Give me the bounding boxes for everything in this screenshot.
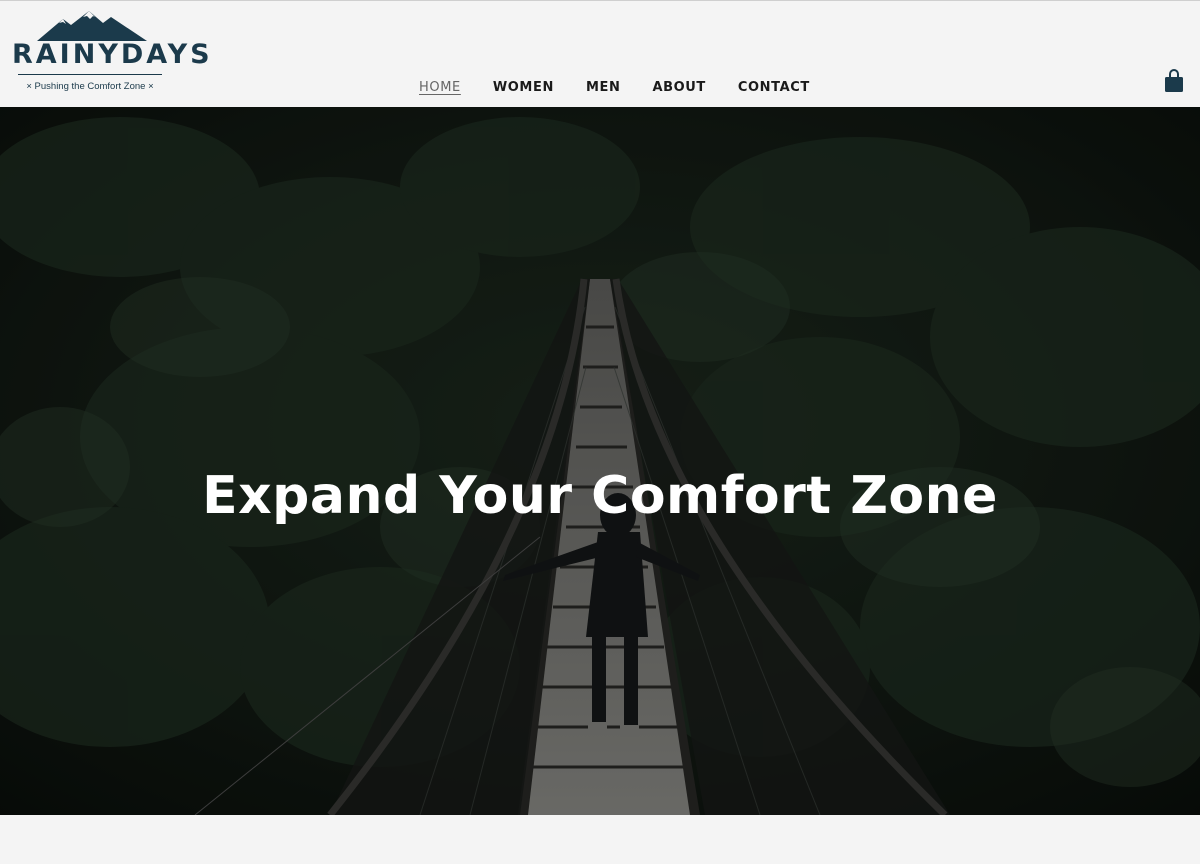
nav-home[interactable]: HOME xyxy=(403,79,477,97)
nav-contact[interactable]: CONTACT xyxy=(722,79,826,97)
page-bottom-area xyxy=(0,815,1200,864)
brand-logo[interactable]: RAINYDAYS × Pushing the Comfort Zone × xyxy=(12,9,213,99)
main-nav: HOME WOMEN MEN ABOUT CONTACT xyxy=(403,79,826,97)
page: RAINYDAYS × Pushing the Comfort Zone × H… xyxy=(0,0,1200,864)
nav-men[interactable]: MEN xyxy=(570,79,637,97)
site-header: RAINYDAYS × Pushing the Comfort Zone × H… xyxy=(0,0,1200,107)
nav-women[interactable]: WOMEN xyxy=(477,79,570,97)
shopping-bag-icon[interactable] xyxy=(1163,69,1185,93)
hero-headline: Expand Your Comfort Zone xyxy=(202,465,998,526)
mountain-icon xyxy=(37,11,147,41)
logo-divider xyxy=(18,74,162,75)
nav-about[interactable]: ABOUT xyxy=(636,79,721,97)
brand-name: RAINYDAYS xyxy=(12,39,213,70)
hero-banner: Expand Your Comfort Zone xyxy=(0,107,1200,815)
brand-tagline: × Pushing the Comfort Zone × xyxy=(26,81,154,92)
hero-background-image xyxy=(0,107,1200,815)
